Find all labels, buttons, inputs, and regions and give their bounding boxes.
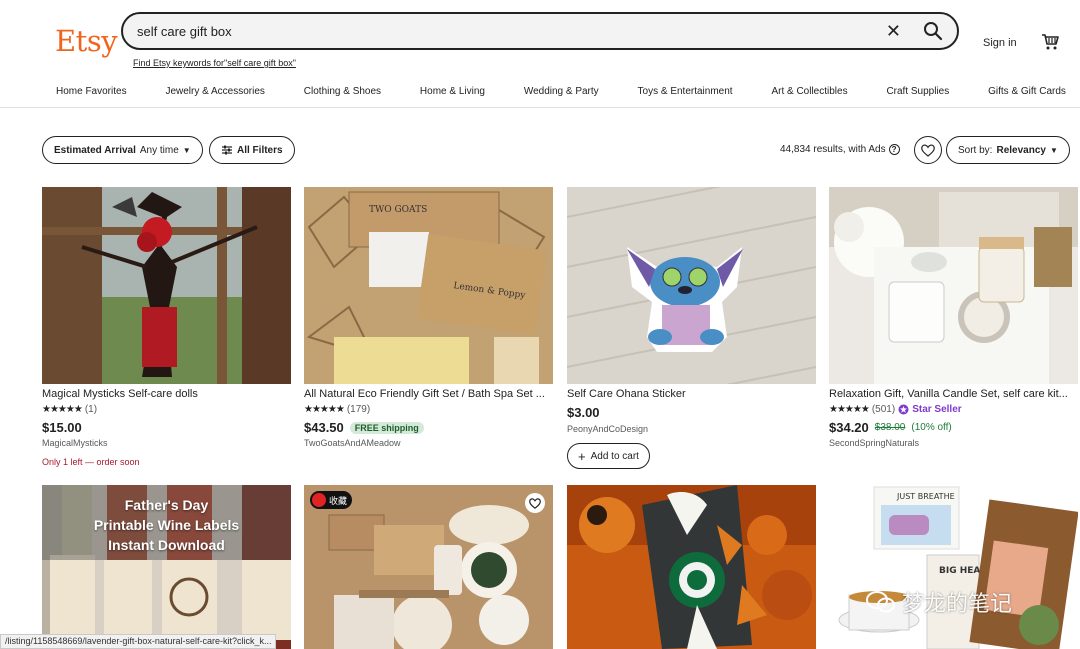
listing-title[interactable]: Self Care Ohana Sticker	[567, 388, 816, 400]
review-count: (1)	[84, 404, 98, 415]
listing-rating: ★★★★★ (501) Star Seller	[829, 404, 962, 415]
plus-icon: +	[578, 448, 586, 464]
star-seller-icon	[898, 404, 909, 415]
browser-status-bar: /listing/1158548669/lavender-gift-box-na…	[0, 634, 277, 649]
favorite-search-button[interactable]	[914, 136, 942, 164]
star-rating: ★★★★★	[42, 404, 83, 415]
watermark: 梦龙的笔记	[866, 586, 1012, 618]
results-text: 44,834 results, with Ads	[780, 144, 886, 155]
listing-price: $15.00	[42, 420, 82, 435]
wechat-icon	[866, 591, 895, 613]
card-print-text: JUST BREATHE	[896, 492, 955, 501]
category-nav: Home Favorites Jewelry & Accessories Clo…	[56, 86, 1066, 97]
review-count: (501)	[871, 404, 896, 415]
listing-title[interactable]: Relaxation Gift, Vanilla Candle Set, sel…	[829, 388, 1078, 400]
category-craft[interactable]: Craft Supplies	[886, 86, 949, 97]
results-count: 44,834 results, with Ads ?	[780, 144, 900, 155]
star-rating: ★★★★★	[304, 404, 345, 415]
collect-badge[interactable]: 收藏	[310, 491, 353, 509]
search-icon[interactable]	[923, 21, 943, 41]
heart-icon	[529, 497, 541, 509]
overlay-line: Instant Download	[108, 537, 225, 553]
help-icon[interactable]: ?	[888, 144, 900, 155]
category-gifts[interactable]: Gifts & Gift Cards	[988, 86, 1066, 97]
add-to-cart-label: Add to cart	[590, 450, 639, 462]
listing-price-row: $43.50 FREE shipping	[304, 420, 424, 435]
listing-image[interactable]	[42, 187, 291, 384]
listing-image[interactable]: Father's Day Printable Wine Labels Insta…	[42, 485, 291, 649]
shop-name[interactable]: TwoGoatsAndAMeadow	[304, 438, 401, 448]
shop-name[interactable]: SecondSpringNaturals	[829, 438, 919, 448]
estimated-arrival-value: Any time	[139, 144, 179, 156]
estimated-arrival-filter[interactable]: Estimated Arrival Any time ▼	[42, 136, 203, 164]
clear-icon[interactable]: ✕	[886, 21, 901, 41]
listing-image[interactable]: TWO GOATS Lemon & Poppy	[304, 187, 553, 384]
category-wedding[interactable]: Wedding & Party	[524, 86, 599, 97]
category-toys[interactable]: Toys & Entertainment	[638, 86, 733, 97]
listing-price: $34.20	[829, 420, 869, 435]
favorite-button[interactable]	[525, 493, 545, 513]
star-seller-label: Star Seller	[912, 404, 962, 415]
sliders-icon	[222, 145, 232, 155]
listing-image[interactable]: JUST BREATHE BIG HEART	[829, 485, 1078, 649]
category-art[interactable]: Art & Collectibles	[771, 86, 847, 97]
category-home-favorites[interactable]: Home Favorites	[56, 86, 127, 97]
listing-price-row: $3.00	[567, 405, 600, 420]
listing-rating: ★★★★★ (1)	[42, 404, 97, 415]
listing-image[interactable]	[567, 187, 816, 384]
site-header: Etsy self care gift box ✕ Find Etsy keyw…	[0, 0, 1080, 108]
find-keywords-link[interactable]: Find Etsy keywords for"self care gift bo…	[133, 58, 296, 68]
wine-label-overlay: Father's Day Printable Wine Labels Insta…	[42, 495, 291, 555]
category-clothing[interactable]: Clothing & Shoes	[304, 86, 381, 97]
etsy-logo[interactable]: Etsy	[55, 24, 118, 58]
discount-label: (10% off)	[911, 422, 952, 433]
listing-image[interactable]	[829, 187, 1078, 384]
listing-price: $43.50	[304, 420, 344, 435]
star-rating: ★★★★★	[829, 404, 870, 415]
shop-name[interactable]: PeonyAndCoDesign	[567, 424, 648, 434]
heart-icon	[921, 143, 935, 157]
shop-name[interactable]: MagicalMysticks	[42, 438, 108, 448]
all-filters-button[interactable]: All Filters	[209, 136, 295, 164]
listing-title[interactable]: Magical Mysticks Self-care dolls	[42, 388, 291, 400]
all-filters-label: All Filters	[237, 144, 283, 156]
listing-image[interactable]: 收藏	[304, 485, 553, 649]
search-bar[interactable]: self care gift box ✕	[121, 12, 959, 50]
stock-urgency: Only 1 left — order soon	[42, 457, 140, 467]
estimated-arrival-label: Estimated Arrival	[54, 144, 136, 156]
svg-text:TWO GOATS: TWO GOATS	[369, 205, 427, 215]
listing-price-row: $34.20 $38.00 (10% off)	[829, 420, 952, 435]
watermark-text: 梦龙的笔记	[902, 592, 1013, 617]
original-price: $38.00	[874, 422, 906, 433]
add-to-cart-button[interactable]: + Add to cart	[567, 443, 650, 469]
sort-label: Sort by:	[958, 144, 993, 156]
overlay-line: Father's Day	[124, 497, 209, 513]
overlay-line: Printable Wine Labels	[93, 517, 240, 533]
listing-rating: ★★★★★ (179)	[304, 404, 370, 415]
category-home-living[interactable]: Home & Living	[420, 86, 485, 97]
review-count: (179)	[346, 404, 371, 415]
sort-value: Relevancy	[996, 144, 1046, 156]
search-icon	[312, 493, 326, 507]
star-seller-badge: Star Seller	[898, 404, 962, 415]
sign-in-link[interactable]: Sign in	[983, 37, 1017, 49]
listing-price: $3.00	[567, 405, 600, 420]
collect-badge-label: 收藏	[329, 495, 348, 506]
search-input[interactable]: self care gift box	[137, 24, 232, 39]
category-jewelry[interactable]: Jewelry & Accessories	[165, 86, 264, 97]
caret-down-icon: ▼	[1049, 145, 1058, 155]
listing-title[interactable]: All Natural Eco Friendly Gift Set / Bath…	[304, 388, 553, 400]
cart-icon[interactable]	[1041, 33, 1059, 51]
listing-price-row: $15.00	[42, 420, 82, 435]
listing-image[interactable]	[567, 485, 816, 649]
sort-dropdown[interactable]: Sort by: Relevancy ▼	[946, 136, 1070, 164]
free-shipping-badge: FREE shipping	[349, 421, 424, 434]
caret-down-icon: ▼	[182, 145, 191, 155]
